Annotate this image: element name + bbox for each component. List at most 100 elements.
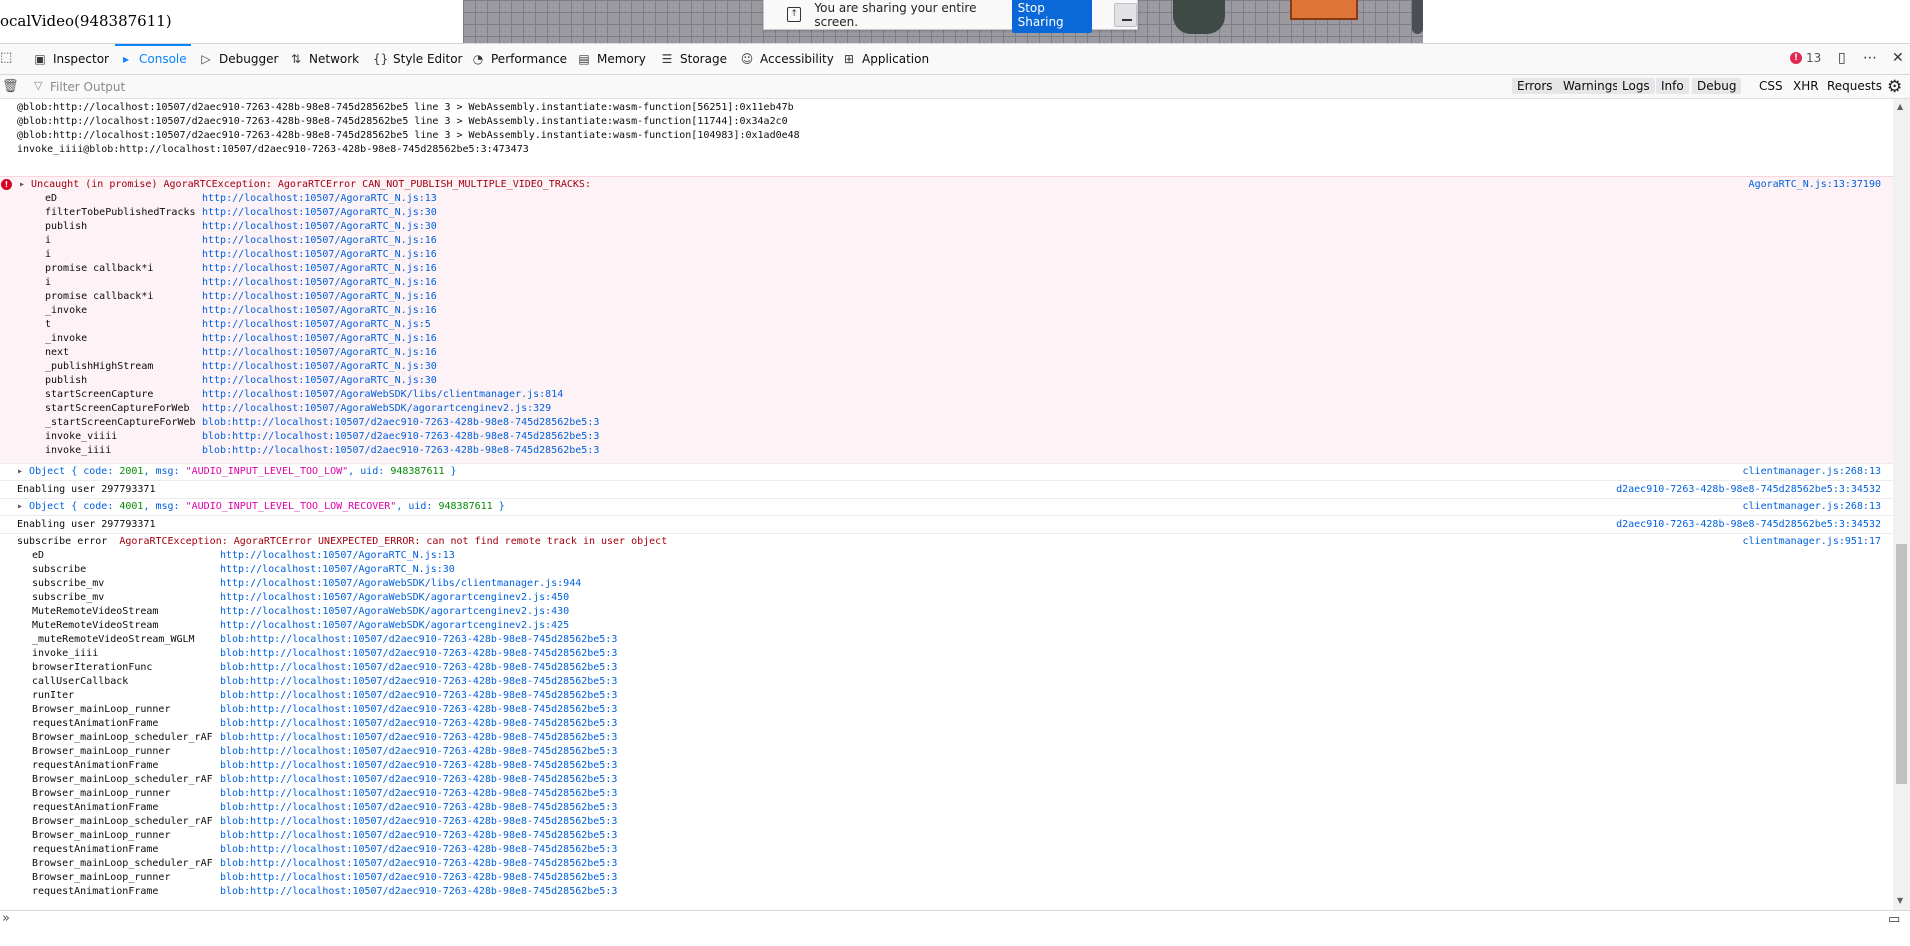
stack-source-link[interactable]: blob:http://localhost:10507/d2aec910-726…	[220, 829, 617, 843]
stack-source-link[interactable]: blob:http://localhost:10507/d2aec910-726…	[220, 675, 617, 689]
stack-source-link[interactable]: blob:http://localhost:10507/d2aec910-726…	[220, 703, 617, 717]
object-log[interactable]: ▸ Object { code: 4001, msg: "AUDIO_INPUT…	[17, 500, 505, 514]
log-source-link[interactable]: d2aec910-7263-428b-98e8-745d28562be5:3:3…	[1616, 483, 1881, 497]
tab-application[interactable]: ⊞ Application	[842, 44, 929, 74]
separator	[0, 498, 1893, 499]
stack-source-link[interactable]: blob:http://localhost:10507/d2aec910-726…	[220, 633, 617, 647]
log-source-link[interactable]: d2aec910-7263-428b-98e8-745d28562be5:3:3…	[1616, 518, 1881, 532]
filter-errors-button[interactable]: Errors	[1512, 78, 1558, 94]
more-options-icon[interactable]: ⋯	[1863, 50, 1877, 66]
object-sep: , uid:	[396, 501, 439, 512]
stack-source-link[interactable]: blob:http://localhost:10507/d2aec910-726…	[220, 815, 617, 829]
stack-source-link[interactable]: http://localhost:10507/AgoraRTC_N.js:13	[202, 192, 437, 206]
tab-performance[interactable]: ◔ Performance	[471, 44, 567, 74]
stack-function-name: Browser_mainLoop_runner	[32, 872, 171, 883]
stack-source-link[interactable]: blob:http://localhost:10507/d2aec910-726…	[220, 871, 617, 885]
stack-source-link[interactable]: http://localhost:10507/AgoraWebSDK/agora…	[220, 591, 569, 605]
tab-storage[interactable]: ☰ Storage	[660, 44, 727, 74]
tab-memory[interactable]: ▤ Memory	[577, 44, 645, 74]
stack-source-link[interactable]: http://localhost:10507/AgoraWebSDK/agora…	[202, 402, 551, 416]
stack-function-name: i	[45, 249, 52, 260]
tab-accessibility[interactable]: ☺ Accessibility	[740, 44, 834, 74]
filter-debug-button[interactable]: Debug	[1692, 78, 1742, 94]
stack-source-link[interactable]: blob:http://localhost:10507/d2aec910-726…	[220, 787, 617, 801]
stack-source-link[interactable]: http://localhost:10507/AgoraRTC_N.js:30	[202, 206, 437, 220]
stack-source-link[interactable]: http://localhost:10507/AgoraRTC_N.js:13	[220, 549, 455, 563]
stack-source-link[interactable]: http://localhost:10507/AgoraRTC_N.js:30	[202, 220, 437, 234]
console-input-bar[interactable]: » ▭	[0, 910, 1910, 946]
responsive-design-icon[interactable]: ▯	[1838, 50, 1846, 66]
expand-triangle-icon[interactable]: ▸	[17, 466, 29, 477]
stack-source-link[interactable]: http://localhost:10507/AgoraWebSDK/agora…	[220, 619, 569, 633]
expand-triangle-icon[interactable]: ▸	[19, 179, 31, 190]
error-count-badge[interactable]: ! 13	[1790, 51, 1821, 65]
log-source-link[interactable]: clientmanager.js:268:13	[1743, 500, 1881, 514]
filter-output-input[interactable]	[48, 78, 452, 96]
stack-source-link[interactable]: blob:http://localhost:10507/d2aec910-726…	[220, 801, 617, 815]
element-picker-icon[interactable]: ⬚	[0, 50, 16, 66]
stack-source-link[interactable]: http://localhost:10507/AgoraRTC_N.js:16	[202, 262, 437, 276]
filter-warnings-button[interactable]: Warnings	[1558, 78, 1624, 94]
scroll-down-icon[interactable]: ▼	[1897, 896, 1903, 905]
clear-console-icon[interactable]: 🗑	[2, 79, 19, 94]
console-scrollbar[interactable]: ▲ ▼	[1893, 99, 1910, 910]
stack-source-link[interactable]: blob:http://localhost:10507/d2aec910-726…	[220, 661, 617, 675]
stack-function-name: promise callback*i	[45, 263, 154, 274]
stack-source-link[interactable]: blob:http://localhost:10507/d2aec910-726…	[202, 444, 599, 458]
stack-source-link[interactable]: blob:http://localhost:10507/d2aec910-726…	[202, 430, 599, 444]
stack-source-link[interactable]: blob:http://localhost:10507/d2aec910-726…	[220, 885, 617, 899]
log-source-link[interactable]: clientmanager.js:268:13	[1743, 465, 1881, 479]
stack-source-link[interactable]: http://localhost:10507/AgoraWebSDK/libs/…	[220, 577, 581, 591]
tab-label: Debugger	[219, 52, 279, 66]
stack-source-link[interactable]: blob:http://localhost:10507/d2aec910-726…	[202, 416, 599, 430]
stack-source-link[interactable]: blob:http://localhost:10507/d2aec910-726…	[220, 857, 617, 871]
stack-source-link[interactable]: blob:http://localhost:10507/d2aec910-726…	[220, 759, 617, 773]
stack-source-link[interactable]: http://localhost:10507/AgoraRTC_N.js:16	[202, 346, 437, 360]
tab-console[interactable]: ▸ Console	[115, 44, 191, 74]
stack-source-link[interactable]: http://localhost:10507/AgoraRTC_N.js:16	[202, 290, 437, 304]
stack-source-link[interactable]: http://localhost:10507/AgoraRTC_N.js:16	[202, 248, 437, 262]
stack-source-link[interactable]: blob:http://localhost:10507/d2aec910-726…	[220, 717, 617, 731]
stack-source-link[interactable]: http://localhost:10507/AgoraRTC_N.js:30	[220, 563, 455, 577]
stack-source-link[interactable]: http://localhost:10507/AgoraRTC_N.js:16	[202, 276, 437, 290]
filter-info-button[interactable]: Info	[1656, 78, 1689, 94]
error-source-link[interactable]: AgoraRTC_N.js:13:37190	[1749, 178, 1881, 192]
stack-source-link[interactable]: blob:http://localhost:10507/d2aec910-726…	[220, 745, 617, 759]
object-log[interactable]: ▸ Object { code: 2001, msg: "AUDIO_INPUT…	[17, 465, 457, 479]
tab-network[interactable]: ⇅ Network	[289, 44, 359, 74]
stack-source-link[interactable]: http://localhost:10507/AgoraRTC_N.js:30	[202, 374, 437, 388]
stop-sharing-button[interactable]: Stop Sharing	[1011, 0, 1092, 33]
stack-source-link[interactable]: http://localhost:10507/AgoraRTC_N.js:16	[202, 304, 437, 318]
stack-function-name: i	[45, 277, 52, 288]
page-area: ocalVideo(948387611) ↑ You are sharing y…	[0, 0, 1910, 43]
error-message[interactable]: ▸ Uncaught (in promise) AgoraRTCExceptio…	[19, 178, 591, 192]
tab-inspector[interactable]: ▣ Inspector	[33, 44, 109, 74]
editor-mode-icon[interactable]: ▭	[1888, 912, 1900, 927]
log-source-link[interactable]: clientmanager.js:951:17	[1743, 535, 1881, 549]
stack-source-link[interactable]: http://localhost:10507/AgoraRTC_N.js:30	[202, 360, 437, 374]
error-icon: !	[1790, 52, 1802, 64]
stack-function-name: subscribe	[32, 564, 87, 575]
expand-triangle-icon[interactable]: ▸	[17, 501, 29, 512]
filter-logs-button[interactable]: Logs	[1617, 78, 1655, 94]
stack-source-link[interactable]: http://localhost:10507/AgoraWebSDK/agora…	[220, 605, 569, 619]
tab-style-editor[interactable]: {} Style Editor	[373, 44, 462, 74]
stack-source-link[interactable]: http://localhost:10507/AgoraRTC_N.js:16	[202, 332, 437, 346]
stack-source-link[interactable]: blob:http://localhost:10507/d2aec910-726…	[220, 731, 617, 745]
close-icon[interactable]: ✕	[1892, 50, 1904, 66]
stack-source-link[interactable]: blob:http://localhost:10507/d2aec910-726…	[220, 689, 617, 703]
console-settings-icon[interactable]: ⚙	[1887, 77, 1902, 97]
minimize-share-bar-button[interactable]	[1113, 2, 1137, 27]
tab-debugger[interactable]: ▷ Debugger	[199, 44, 278, 74]
stack-source-link[interactable]: blob:http://localhost:10507/d2aec910-726…	[220, 647, 617, 661]
filter-xhr-button[interactable]: XHR	[1793, 78, 1819, 94]
stack-source-link[interactable]: http://localhost:10507/AgoraWebSDK/libs/…	[202, 388, 563, 402]
stack-source-link[interactable]: http://localhost:10507/AgoraRTC_N.js:16	[202, 234, 437, 248]
filter-css-button[interactable]: CSS	[1759, 78, 1783, 94]
stack-source-link[interactable]: blob:http://localhost:10507/d2aec910-726…	[220, 773, 617, 787]
stack-source-link[interactable]: http://localhost:10507/AgoraRTC_N.js:5	[202, 318, 431, 332]
scrollbar-thumb[interactable]	[1896, 544, 1907, 784]
stack-source-link[interactable]: blob:http://localhost:10507/d2aec910-726…	[220, 843, 617, 857]
filter-requests-button[interactable]: Requests	[1827, 78, 1882, 94]
scroll-up-icon[interactable]: ▲	[1897, 102, 1903, 111]
